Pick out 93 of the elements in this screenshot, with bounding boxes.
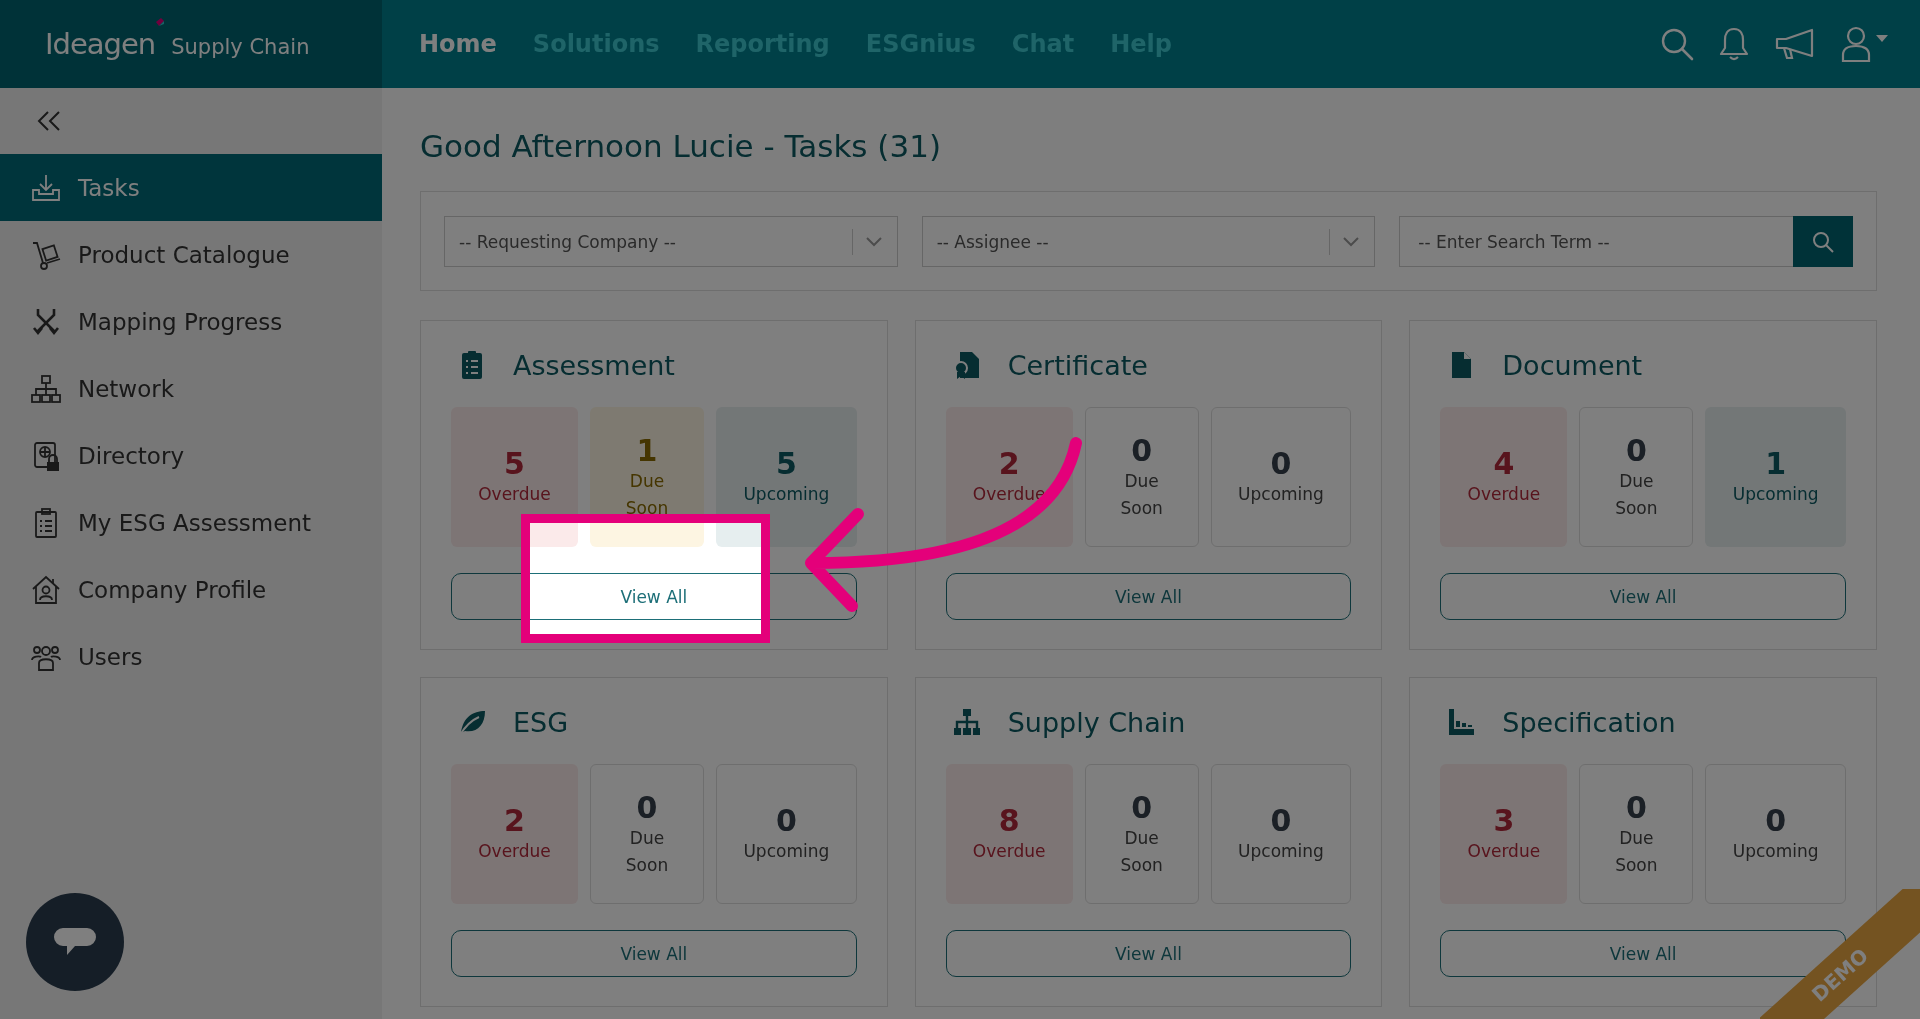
tile-count: 0 <box>1765 803 1787 838</box>
sidebar-item[interactable]: Product Catalogue <box>0 221 382 288</box>
assignee-select[interactable]: -- Assignee -- <box>921 216 1376 267</box>
chevron-down-icon <box>864 235 883 248</box>
tile-label: Overdue <box>478 483 551 506</box>
tile-count: 5 <box>504 446 525 481</box>
tile-count: 0 <box>1131 432 1153 468</box>
sidebar-item[interactable]: Mapping Progress <box>0 288 382 355</box>
tile-count: 0 <box>1625 432 1647 468</box>
sidebar-item[interactable]: Users <box>0 623 382 690</box>
tile-count: 0 <box>1270 803 1292 838</box>
bell-icon[interactable] <box>1718 26 1750 62</box>
search-field[interactable]: -- Enter Search Term -- <box>1399 216 1793 267</box>
sidebar-item[interactable]: Network <box>0 355 382 422</box>
card-title: Specification <box>1502 706 1676 738</box>
tile-label: Due Soon <box>624 469 670 520</box>
tile-count: 4 <box>1493 446 1515 481</box>
search-icon[interactable] <box>1660 27 1694 61</box>
megaphone-icon[interactable] <box>1774 28 1816 60</box>
tile-label: Overdue <box>972 483 1046 506</box>
view-all-button[interactable]: View All <box>451 930 857 977</box>
tile-count: 0 <box>775 803 797 838</box>
card-title: Assessment <box>513 349 675 381</box>
status-tile[interactable]: 1 Due Soon <box>590 407 704 547</box>
logo-brand: Ideagen <box>45 27 156 61</box>
tile-label: Due Soon <box>1119 469 1164 520</box>
status-tile[interactable]: 3 Overdue <box>1440 764 1568 904</box>
status-tile[interactable]: 2 Overdue <box>945 407 1073 547</box>
sitemap-icon <box>951 707 982 737</box>
card-title: ESG <box>513 706 569 738</box>
tile-label: Overdue <box>1467 840 1541 863</box>
requesting-company-select[interactable]: -- Requesting Company -- <box>444 216 898 267</box>
sidebar-item[interactable]: Company Profile <box>0 556 382 623</box>
card-title: Document <box>1502 349 1643 381</box>
view-all-button[interactable]: View All <box>945 930 1352 977</box>
status-tile[interactable]: 4 Overdue <box>1440 407 1568 547</box>
chart-steps-icon <box>1446 707 1477 737</box>
status-tile[interactable]: 0 Due Soon <box>590 764 704 904</box>
status-tile[interactable]: 2 Overdue <box>451 764 578 904</box>
status-tile[interactable]: 0 Due Soon <box>1084 407 1199 547</box>
tile-label: Upcoming <box>743 840 830 863</box>
sidebar-item[interactable]: Directory <box>0 422 382 489</box>
sidebar-item[interactable]: My ESG Assessment <box>0 489 382 556</box>
tile-label: Upcoming <box>1238 840 1324 863</box>
status-tile[interactable]: 8 Overdue <box>945 764 1073 904</box>
status-tile[interactable]: 5 Overdue <box>451 407 578 547</box>
tile-label: Due Soon <box>624 826 670 877</box>
tile-count: 2 <box>504 803 525 838</box>
tile-count: 8 <box>998 803 1020 838</box>
sidebar-item[interactable]: Tasks <box>0 154 382 221</box>
tile-count: 1 <box>1765 446 1787 481</box>
tile-label: Upcoming <box>743 483 830 506</box>
tile-count: 1 <box>636 432 658 468</box>
nav-link[interactable]: Home <box>419 30 497 58</box>
tile-label: Overdue <box>1467 483 1541 506</box>
status-tile[interactable]: 0 Due Soon <box>1579 764 1694 904</box>
tile-label: Upcoming <box>1732 483 1819 506</box>
user-menu-icon[interactable] <box>1840 25 1890 63</box>
tile-count: 0 <box>636 789 658 825</box>
status-tile[interactable]: 5 Upcoming <box>716 407 857 547</box>
tile-label: Overdue <box>478 840 551 863</box>
network-icon <box>30 372 62 405</box>
tile-count: 3 <box>1493 803 1515 838</box>
status-tile[interactable]: 0 Upcoming <box>1705 764 1846 904</box>
tile-label: Upcoming <box>1732 840 1819 863</box>
tile-label: Due Soon <box>1119 826 1164 877</box>
tile-label: Due Soon <box>1614 469 1659 520</box>
view-all-button[interactable]: View All <box>1440 573 1846 620</box>
tile-count: 5 <box>775 446 797 481</box>
tile-label: Overdue <box>972 840 1046 863</box>
status-tile[interactable]: 0 Due Soon <box>1084 764 1199 904</box>
tile-count: 0 <box>1625 789 1647 825</box>
tile-count: 2 <box>998 446 1020 481</box>
search-button[interactable] <box>1793 216 1853 267</box>
status-tile[interactable]: 1 Upcoming <box>1705 407 1846 547</box>
status-tile[interactable]: 0 Upcoming <box>716 764 857 904</box>
logo-product: Supply Chain <box>171 35 310 59</box>
house-person-icon <box>30 573 62 606</box>
chevron-down-icon <box>1342 235 1361 248</box>
status-tile[interactable]: 0 Upcoming <box>1210 764 1352 904</box>
tile-count: 0 <box>1270 446 1292 481</box>
collapse-icon[interactable] <box>36 110 62 132</box>
card-title: Supply Chain <box>1007 706 1186 738</box>
tile-label: Due Soon <box>1614 826 1659 877</box>
tile-label: Upcoming <box>1238 483 1324 506</box>
view-all-button[interactable]: View All <box>451 573 857 620</box>
status-tile[interactable]: 0 Upcoming <box>1210 407 1352 547</box>
status-tile[interactable]: 0 Due Soon <box>1579 407 1694 547</box>
search-icon <box>1811 229 1835 254</box>
page-title: Good Afternoon Lucie - Tasks (31) <box>420 127 942 166</box>
view-all-button[interactable]: View All <box>945 573 1352 620</box>
card-title: Certificate <box>1007 349 1148 381</box>
tile-count: 0 <box>1131 789 1153 825</box>
